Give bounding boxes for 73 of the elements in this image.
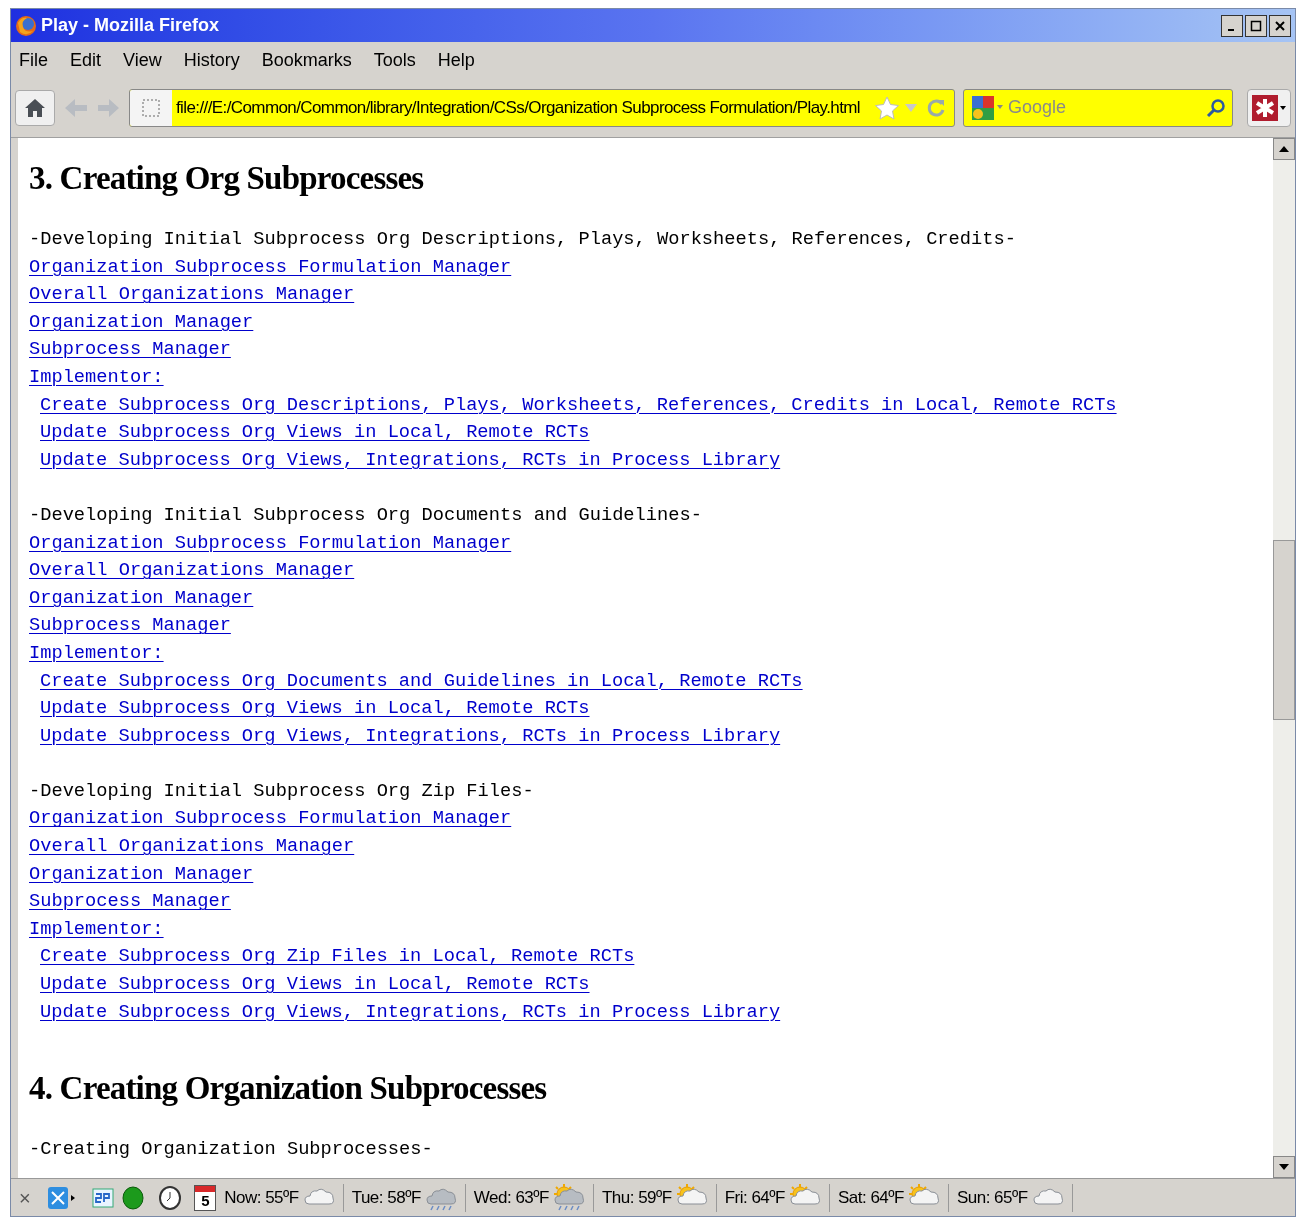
page-link[interactable]: Organization Manager [29,310,254,333]
section-heading: 3. Creating Org Subprocesses [29,159,425,198]
page-link[interactable]: Overall Organizations Manager [29,283,355,306]
page-link[interactable]: Organization Manager [29,862,254,885]
weather-icon [552,1183,587,1212]
group-title: -Developing Initial Subprocess Org Descriptions, Plays, Worksheets, References, Credits- [29,227,1017,252]
menu-item[interactable]: Bookmarks [261,46,352,74]
home-icon[interactable] [24,97,46,118]
scrollbar-thumb[interactable] [1273,540,1295,720]
maximize-button[interactable] [1245,14,1267,37]
close-button[interactable] [1269,14,1291,37]
group-title: -Developing Initial Subprocess Org Zip Files- [29,778,535,804]
extension-button[interactable] [1247,88,1291,127]
window-title: Play - Mozilla Firefox [41,14,220,37]
weather-forecast: Thu: 59ºF [601,1186,672,1209]
home-button[interactable] [15,89,55,126]
weather-forecast: Sun: 65ºF [956,1186,1028,1209]
page-link[interactable]: Update Subprocess Org Views in Local, Remote RCTs [40,421,590,444]
menu-item[interactable]: Edit [70,46,102,74]
calendar-icon[interactable]: 5 [194,1184,217,1211]
weather-forecast: Now: 55ºF [224,1186,299,1209]
menu-item[interactable]: History [183,46,240,74]
clock-icon[interactable] [158,1184,183,1211]
page-link[interactable]: Create Subprocess Org Zip Files in Local, Remote RCTs [40,945,635,968]
scrollbar[interactable] [1273,138,1295,1178]
calendar-day: 5 [201,1191,210,1210]
page-link[interactable]: Subprocess Manager [29,338,231,361]
page-link[interactable]: Create Subprocess Org Descriptions, Plays, Worksheets, References, Credits in Local, Remote RCTs [40,393,1117,416]
weather-forecast: Fri: 64ºF [724,1186,785,1209]
menu-item[interactable]: View [123,46,162,74]
page-link[interactable]: Update Subprocess Org Views, Integrations, RCTs in Process Library [40,724,781,747]
search-icon[interactable] [1206,97,1226,118]
page-link[interactable]: Subprocess Manager [29,890,231,913]
url-text: file:///E:/Common/Common/library/Integration/CSs/Organization Subprocess Formulation/Play.html [176,96,861,119]
page-link[interactable]: Implementor: [29,365,164,388]
scroll-down-icon[interactable] [1279,1164,1289,1170]
weather-forecast: Tue: 58ºF [351,1186,421,1209]
page-link[interactable]: Overall Organizations Manager [29,835,355,858]
page-link[interactable]: Subprocess Manager [29,614,231,637]
asterisk-icon[interactable] [1252,94,1278,121]
page-link[interactable]: Implementor: [29,641,164,664]
page-link[interactable]: Organization Manager [29,586,254,609]
close-icon[interactable] [1274,19,1286,32]
menu-item[interactable]: Tools [373,46,416,74]
page-link[interactable]: Overall Organizations Manager [29,559,355,582]
section-heading: 4. Creating Organization Subprocesses [29,1069,548,1109]
address-bar[interactable]: file:///E:/Common/Common/library/Integration/CSs/Organization Subprocess Formulation/Play.html [129,88,955,127]
close-addon-bar[interactable]: × [19,1182,31,1213]
page-link[interactable]: Update Subprocess Org Views in Local, Remote RCTs [40,973,590,996]
page-link[interactable]: Update Subprocess Org Views, Integrations, RCTs in Process Library [40,448,781,471]
page-link[interactable]: Create Subprocess Org Documents and Guidelines in Local, Remote RCTs [40,669,803,692]
scroll-up-icon[interactable] [1279,146,1289,152]
caret-icon[interactable] [1280,105,1286,110]
page-link[interactable]: Update Subprocess Org Views in Local, Remote RCTs [40,697,590,720]
sp-icon[interactable] [92,1187,115,1208]
page-link[interactable]: Organization Subprocess Formulation Manager [29,531,512,554]
star-icon[interactable] [874,95,900,120]
page-icon [142,98,160,117]
menu-item[interactable]: File [19,46,48,74]
page-link[interactable]: Organization Subprocess Formulation Manager [29,807,512,830]
page-link[interactable]: Implementor: [29,917,164,940]
menu-item[interactable]: Help [437,46,475,74]
search-placeholder: Google [1008,96,1067,119]
page-link[interactable]: Update Subprocess Org Views, Integrations, RCTs in Process Library [40,1000,781,1023]
minimize-button[interactable] [1221,14,1243,37]
group-title: -Developing Initial Subprocess Org Documents and Guidelines- [29,502,703,528]
weather-forecast: Sat: 64ºF [837,1186,904,1209]
browser-logo-icon [15,14,37,37]
weather-forecast: Wed: 63ºF [473,1186,549,1209]
page-link[interactable]: Organization Subprocess Formulation Manager [29,255,512,278]
group-title: -Creating Organization Subprocesses- [29,1137,434,1163]
maximize-icon[interactable] [1250,19,1262,32]
search-engine-icon[interactable] [970,93,1004,122]
